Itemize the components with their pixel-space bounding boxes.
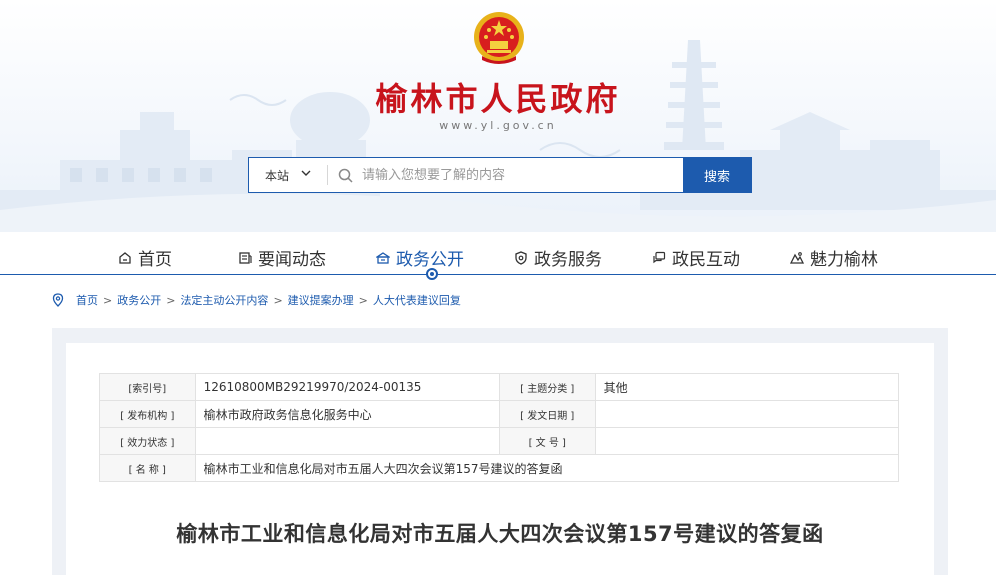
breadcrumb: 首页 > 政务公开 > 法定主动公开内容 > 建议提案办理 > 人大代表建议回复	[52, 292, 461, 308]
search-scope-select[interactable]: 本站	[249, 158, 327, 192]
metadata-row: [索引号] 12610800MB29219970/2024-00135 [ 主题…	[99, 373, 900, 401]
header-banner: 榆林市人民政府 www.yl.gov.cn	[0, 0, 996, 232]
publisher-label: [ 发布机构 ]	[99, 400, 196, 428]
nav-item-label: 政务公开	[396, 249, 464, 270]
category-value: 其他	[594, 373, 900, 401]
search-scope-label: 本站	[264, 168, 289, 183]
search-icon	[328, 158, 362, 192]
chevron-down-icon	[301, 170, 311, 180]
metadata-row: [ 名 称 ] 榆林市工业和信息化局对市五届人大四次会议第157号建议的答复函	[99, 454, 900, 482]
search-input[interactable]	[362, 158, 683, 192]
document-name-value: 榆林市工业和信息化局对市五届人大四次会议第157号建议的答复函	[194, 454, 900, 482]
home-icon	[118, 250, 132, 264]
search-bar: 本站 搜索	[248, 157, 752, 193]
breadcrumb-link-home[interactable]: 首页	[76, 292, 98, 308]
nav-item-home[interactable]: 首页	[118, 244, 172, 270]
breadcrumb-link-gov-affairs[interactable]: 政务公开	[117, 292, 161, 308]
service-icon	[514, 250, 528, 265]
breadcrumb-separator: >	[273, 293, 283, 307]
index-number-value: 12610800MB29219970/2024-00135	[194, 373, 500, 401]
site-title: 榆林市人民政府	[375, 80, 621, 118]
document-metadata-table: [索引号] 12610800MB29219970/2024-00135 [ 主题…	[99, 373, 900, 482]
breadcrumb-link-proposals[interactable]: 建议提案办理	[288, 292, 354, 308]
category-label: [ 主题分类 ]	[498, 373, 596, 401]
nav-item-label: 首页	[138, 249, 172, 270]
government-icon	[374, 250, 392, 264]
nav-item-label: 要闻动态	[258, 249, 326, 270]
metadata-row: [ 发布机构 ] 榆林市政府政务信息化服务中心 [ 发文日期 ]	[99, 400, 900, 428]
nav-item-gov-affairs[interactable]: 政务公开	[374, 244, 464, 270]
location-pin-icon	[52, 293, 64, 307]
news-icon	[238, 250, 252, 264]
document-name-label: [ 名 称 ]	[99, 454, 196, 482]
nav-active-marker	[426, 268, 438, 280]
issue-date-label: [ 发文日期 ]	[498, 400, 596, 428]
scenery-icon	[789, 250, 805, 264]
issue-date-value	[594, 400, 900, 428]
metadata-row: [ 效力状态 ] [ 文 号 ]	[99, 427, 900, 455]
breadcrumb-link-npc-replies[interactable]: 人大代表建议回复	[373, 292, 461, 308]
nav-underline	[0, 274, 996, 275]
search-button[interactable]: 搜索	[683, 158, 751, 192]
nav-item-gov-service[interactable]: 政务服务	[514, 244, 602, 270]
nav-item-news[interactable]: 要闻动态	[238, 244, 326, 270]
site-domain: www.yl.gov.cn	[439, 119, 557, 132]
nav-item-interaction[interactable]: 政民互动	[652, 244, 740, 270]
validity-status-label: [ 效力状态 ]	[99, 427, 196, 455]
publisher-value: 榆林市政府政务信息化服务中心	[194, 400, 500, 428]
validity-status-value	[194, 427, 500, 455]
breadcrumb-separator: >	[103, 293, 113, 307]
document-number-label: [ 文 号 ]	[498, 427, 596, 455]
nav-item-label: 魅力榆林	[810, 249, 878, 270]
national-emblem-icon	[474, 12, 524, 64]
breadcrumb-separator: >	[358, 293, 368, 307]
breadcrumb-link-statutory[interactable]: 法定主动公开内容	[180, 292, 268, 308]
document-number-value	[594, 427, 900, 455]
index-number-label: [索引号]	[99, 373, 196, 401]
nav-item-label: 政民互动	[672, 249, 740, 270]
nav-item-charm-yulin[interactable]: 魅力榆林	[789, 244, 878, 270]
breadcrumb-separator: >	[166, 293, 176, 307]
nav-item-label: 政务服务	[534, 249, 602, 270]
document-title: 榆林市工业和信息化局对市五届人大四次会议第157号建议的答复函	[176, 522, 824, 546]
chat-icon	[652, 250, 666, 264]
